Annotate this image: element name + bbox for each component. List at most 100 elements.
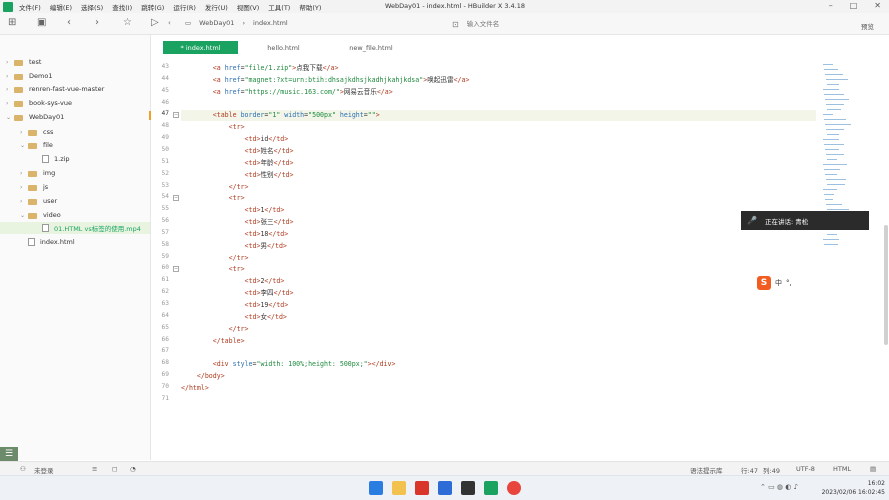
menu-tools[interactable]: 工具(T) [268,2,290,12]
menu-select[interactable]: 选择(S) [81,2,103,12]
back-icon[interactable]: ‹ [67,17,71,28]
sidebar-item[interactable]: › book-sys-vue [0,97,150,109]
code-line[interactable]: <td>姓名</td> [181,146,294,157]
code-line[interactable]: <td>19</td> [181,300,289,311]
menu-file[interactable]: 文件(F) [19,2,41,12]
layout-icon[interactable]: ▤ [870,465,876,473]
tray-icons[interactable]: ⌃ ▭ ◍ ◐ ♪ [760,483,798,491]
code-line[interactable]: </body> [181,371,225,382]
code-line[interactable]: <tr> [181,122,245,133]
sidebar-item[interactable]: index.html [0,236,150,248]
breadcrumb-project[interactable]: WebDay01 [199,19,234,27]
menu-publish[interactable]: 发行(U) [205,2,228,12]
breadcrumb-file[interactable]: index.html [253,19,288,27]
chevron-right-icon[interactable]: › [6,86,14,93]
code-line[interactable]: <td>女</td> [181,312,287,323]
code-line[interactable]: </tr> [181,324,249,335]
tab-index[interactable]: * index.html [163,41,238,54]
chevron-right-icon[interactable]: › [6,59,14,66]
minimize-icon[interactable]: – [829,1,833,10]
code-line[interactable]: <td>1</td> [181,205,285,216]
chevron-right-icon[interactable]: › [6,100,14,107]
code-line[interactable]: <div style="width: 100%;height: 500px;">… [181,359,396,370]
menu-edit[interactable]: 编辑(E) [50,2,72,12]
sidebar-item[interactable]: › css [0,126,150,138]
code-line[interactable]: <a href="magnet:?xt=urn:btih:dhsajkdhsjk… [181,75,470,86]
code-line[interactable]: <td>性别</td> [181,170,294,181]
menu-run[interactable]: 运行(R) [173,2,196,12]
sidebar-item[interactable]: 01.HTML vs标签的使用.mp4 [0,222,150,234]
scrollbar[interactable] [884,225,888,345]
code-line[interactable]: <td>18</td> [181,229,289,240]
sidebar-item[interactable]: ⌄ video [0,209,150,221]
hbuilder-icon[interactable] [484,481,498,495]
menu-find[interactable]: 查找(I) [112,2,132,12]
forward-icon[interactable]: › [95,17,99,28]
file-explorer-icon[interactable] [392,481,406,495]
sidebar-item[interactable]: › js [0,181,150,193]
chevron-down-icon[interactable]: ⌄ [6,114,14,121]
terminal-icon[interactable] [461,481,475,495]
fold-toggle-icon[interactable]: − [173,266,179,273]
maximize-icon[interactable]: □ [850,1,858,10]
encoding[interactable]: UTF-8 [796,465,815,473]
code-line[interactable]: </html> [181,383,209,394]
code-line[interactable]: <tr> [181,264,245,275]
menu-help[interactable]: 帮助(Y) [299,2,321,12]
chevron-right-icon[interactable]: › [6,73,14,80]
chevron-right-icon[interactable]: › [20,170,28,177]
code-line[interactable]: <a href="file/1.zip">点我下载</a> [181,63,339,74]
menu-view[interactable]: 视图(V) [237,2,260,12]
ime-mode[interactable]: 中 [775,278,782,288]
tab-hello[interactable]: hello.html [246,41,321,54]
preview-button[interactable]: 预览 [861,21,874,31]
code-line[interactable]: <td>id</td> [181,134,289,145]
search-input[interactable] [466,20,667,28]
syntax-hint[interactable]: 语法提示库 [690,465,723,475]
chevron-down-icon[interactable]: ⌄ [20,212,28,219]
code-line[interactable]: <td>李四</td> [181,288,294,299]
new-file-icon[interactable]: ⊞ [8,17,16,28]
ime-toolbar[interactable]: S 中 °, [757,276,803,290]
save-icon[interactable]: ▣ [37,17,46,28]
code-line[interactable]: <td>男</td> [181,241,287,252]
user-icon[interactable]: ⚇ [20,465,26,473]
code-line[interactable]: </tr> [181,182,249,193]
language-mode[interactable]: HTML [833,465,851,473]
menu-goto[interactable]: 跳转(G) [141,2,164,12]
run-icon[interactable]: ▷ [151,17,159,28]
code-line[interactable]: </tr> [181,253,249,264]
windows-start-icon[interactable] [369,481,383,495]
chevron-right-icon[interactable]: › [20,184,28,191]
code-line[interactable]: <a href="https://music.163.com/">网易云音乐</… [181,87,393,98]
fold-toggle-icon[interactable]: − [173,112,179,119]
chevron-down-icon[interactable]: ⌄ [20,142,28,149]
login-status[interactable]: 未登录 [34,465,54,475]
chat-icon[interactable]: ◻ [112,465,117,473]
sidebar-item[interactable]: 1.zip [0,153,150,165]
chrome-icon[interactable] [507,481,521,495]
hamburger-icon[interactable]: ☰ [0,447,18,461]
code-line[interactable]: <td>2</td> [181,276,285,287]
sidebar-item[interactable]: ⌄ WebDay01 [0,111,150,123]
sidebar-item[interactable]: ⌄ file [0,139,150,151]
sidebar-item[interactable]: › user [0,195,150,207]
collapse-icon[interactable]: ‹ [168,19,171,27]
sidebar-item[interactable]: › test [0,56,150,68]
clock[interactable]: 16:02 2023/02/06 16:02:45 [822,479,885,497]
sidebar-item[interactable]: › Demo1 [0,70,150,82]
chevron-right-icon[interactable]: › [20,129,28,136]
code-line[interactable]: <tr> [181,193,245,204]
close-icon[interactable]: ✕ [874,1,881,10]
code-line[interactable]: <table border="1" width="500px" height="… [181,110,816,122]
fold-toggle-icon[interactable]: − [173,195,179,202]
sidebar-item[interactable]: › img [0,167,150,179]
ime-punct[interactable]: °, [786,279,792,287]
tab-new-file[interactable]: new_file.html [331,41,411,54]
wps-icon[interactable] [415,481,429,495]
code-editor[interactable]: <a href="file/1.zip">点我下载</a> <a href="m… [181,60,816,405]
list-icon[interactable]: ≡ [92,465,97,473]
minimap[interactable] [819,60,867,260]
chevron-right-icon[interactable]: › [20,198,28,205]
code-line[interactable]: <td>年龄</td> [181,158,294,169]
